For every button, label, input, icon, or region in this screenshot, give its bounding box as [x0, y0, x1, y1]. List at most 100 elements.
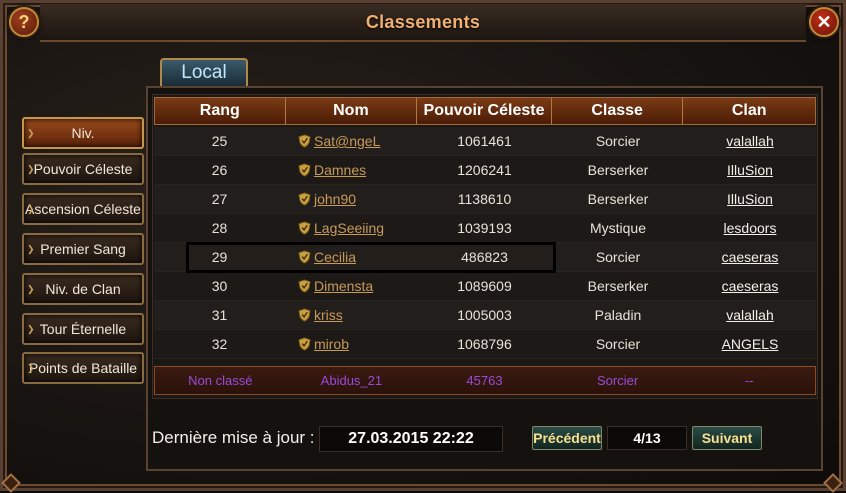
cell-class: Berserker [587, 278, 649, 294]
chevron-right-icon: ❯ [27, 204, 35, 214]
last-update-value: 27.03.2015 22:22 [319, 426, 503, 452]
table-header: Rang Nom Pouvoir Céleste Classe Clan [154, 97, 816, 125]
shield-icon [298, 250, 311, 264]
cell-power: 1206241 [457, 162, 512, 178]
header-rank[interactable]: Rang [155, 98, 286, 124]
cell-name: kriss [285, 301, 417, 329]
table-row[interactable]: 26 Damnes 1206241 Berserker IlluSion [154, 156, 816, 185]
clan-link[interactable]: valallah [726, 307, 773, 323]
cell-rank: 31 [211, 307, 228, 323]
player-name-link[interactable]: Sat@ngeL [314, 133, 380, 149]
chevron-right-icon: ❯ [27, 244, 35, 254]
sidebar-item-6[interactable]: ❯ Points de Bataille [22, 352, 144, 384]
question-icon: ? [18, 11, 30, 32]
own-class: Sorcier [597, 373, 639, 388]
own-clan: -- [744, 373, 754, 388]
cell-rank: 29 [211, 249, 228, 265]
window-title: Classements [365, 12, 481, 32]
clan-link[interactable]: IlluSion [727, 191, 773, 207]
header-clan[interactable]: Clan [683, 98, 815, 124]
cell-power: 1061461 [457, 133, 512, 149]
cell-clan: IlluSion [684, 156, 816, 184]
sidebar-item-label: Niv. de Clan [45, 281, 121, 297]
cell-name: john90 [285, 185, 417, 213]
table-row[interactable]: 31 kriss 1005003 Paladin valallah [154, 301, 816, 330]
cell-name: Damnes [285, 156, 417, 184]
cell-class: Berserker [587, 191, 649, 207]
page-indicator: 4/13 [607, 426, 687, 450]
own-rank-row: Non classé Abidus_21 45763 Sorcier -- [154, 366, 816, 395]
player-name-link[interactable]: Dimensta [314, 278, 373, 294]
cell-clan: valallah [684, 127, 816, 155]
chevron-right-icon: ❯ [27, 164, 35, 174]
sidebar-item-label: Points de Bataille [28, 360, 138, 376]
clan-link[interactable]: valallah [726, 133, 773, 149]
chevron-right-icon: ❯ [27, 284, 35, 294]
own-name: Abidus_21 [320, 373, 383, 388]
clan-link[interactable]: lesdoors [724, 220, 777, 236]
clan-link[interactable]: caeseras [722, 278, 779, 294]
cell-power: 1005003 [457, 307, 512, 323]
shield-icon [298, 134, 311, 148]
help-button[interactable]: ? [9, 7, 39, 37]
cell-clan: caeseras [684, 243, 816, 271]
tab-local[interactable]: Local [160, 58, 248, 86]
last-update-label: Dernière mise à jour : [152, 428, 315, 447]
cell-name: LagSeeiing [285, 214, 417, 242]
cell-power: 1089609 [457, 278, 512, 294]
player-name-link[interactable]: mirob [314, 336, 349, 352]
player-name-link[interactable]: kriss [314, 307, 343, 323]
sidebar-item-2[interactable]: ❯ Ascension Céleste [22, 193, 144, 225]
header-class[interactable]: Classe [552, 98, 684, 124]
sidebar-item-label: Pouvoir Céleste [33, 161, 133, 177]
table-row[interactable]: 28 LagSeeiing 1039193 Mystique lesdoors [154, 214, 816, 243]
cell-clan: valallah [684, 301, 816, 329]
cell-name: Dimensta [285, 272, 417, 300]
cell-class: Sorcier [595, 336, 641, 352]
cell-clan: ANGELS [684, 330, 816, 358]
clan-link[interactable]: IlluSion [727, 162, 773, 178]
sidebar-item-label: Niv. [71, 125, 95, 141]
close-button[interactable]: ✕ [809, 7, 839, 37]
sidebar-item-0[interactable]: ❯ Niv. [22, 117, 144, 149]
cell-clan: caeseras [684, 272, 816, 300]
clan-link[interactable]: caeseras [722, 249, 779, 265]
cell-class: Sorcier [595, 249, 641, 265]
player-name-link[interactable]: Damnes [314, 162, 366, 178]
next-page-button[interactable]: Suivant [692, 426, 762, 450]
sidebar-item-4[interactable]: ❯ Niv. de Clan [22, 273, 144, 305]
player-name-link[interactable]: LagSeeiing [314, 220, 384, 236]
sidebar-item-3[interactable]: ❯ Premier Sang [22, 233, 144, 265]
cell-rank: 28 [211, 220, 228, 236]
cell-power: 486823 [461, 249, 508, 265]
cell-rank: 26 [211, 162, 228, 178]
cell-power: 1039193 [457, 220, 512, 236]
table-row[interactable]: 30 Dimensta 1089609 Berserker caeseras [154, 272, 816, 301]
cell-name: Sat@ngeL [285, 127, 417, 155]
own-rank: Non classé [188, 373, 253, 388]
cell-name: mirob [285, 330, 417, 358]
previous-page-button[interactable]: Précédent [532, 426, 602, 450]
table-row[interactable]: 27 john90 1138610 Berserker IlluSion [154, 185, 816, 214]
header-name[interactable]: Nom [286, 98, 418, 124]
shield-icon [298, 308, 311, 322]
table-row[interactable]: 32 mirob 1068796 Sorcier ANGELS [154, 330, 816, 359]
cell-class: Mystique [589, 220, 647, 236]
sidebar-item-1[interactable]: ❯ Pouvoir Céleste [22, 153, 144, 185]
player-name-link[interactable]: Cecilia [314, 249, 356, 265]
table-row[interactable]: 25 Sat@ngeL 1061461 Sorcier valallah [154, 127, 816, 156]
cell-rank: 30 [211, 278, 228, 294]
cell-rank: 25 [211, 133, 228, 149]
table-row[interactable]: 29 Cecilia 486823 Sorcier caeseras [154, 243, 816, 272]
cell-name: Cecilia [285, 243, 417, 271]
cell-clan: IlluSion [684, 185, 816, 213]
shield-icon [298, 337, 311, 351]
player-name-link[interactable]: john90 [314, 191, 356, 207]
shield-icon [298, 163, 311, 177]
cell-power: 1068796 [457, 336, 512, 352]
clan-link[interactable]: ANGELS [722, 336, 779, 352]
sidebar-item-5[interactable]: ❯ Tour Éternelle [22, 313, 144, 345]
header-power[interactable]: Pouvoir Céleste [417, 98, 552, 124]
cell-class: Paladin [594, 307, 642, 323]
chevron-right-icon: ❯ [27, 363, 35, 373]
